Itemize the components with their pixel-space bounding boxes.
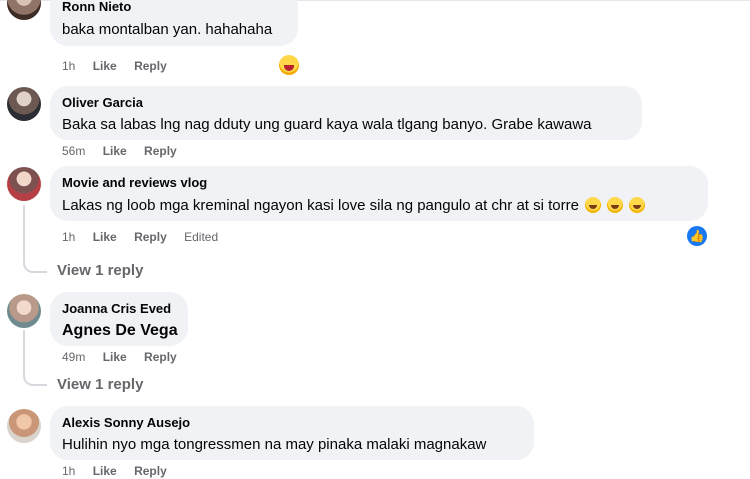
reply-button[interactable]: Reply <box>134 59 167 73</box>
avatar[interactable] <box>7 294 41 328</box>
comment-timestamp[interactable]: 56m <box>62 144 85 158</box>
comment-timestamp[interactable]: 1h <box>62 59 75 73</box>
comment-bubble: Ronn Nieto baka montalban yan. hahahaha <box>50 0 298 46</box>
avatar[interactable] <box>7 87 41 121</box>
comment-bubble: Alexis Sonny Ausejo Hulihin nyo mga tong… <box>50 406 534 460</box>
comment-author[interactable]: Movie and reviews vlog <box>62 174 696 191</box>
reply-button[interactable]: Reply <box>134 230 167 244</box>
like-button[interactable]: Like <box>103 350 127 364</box>
comment-timestamp[interactable]: 1h <box>62 230 75 244</box>
comment-text-content: Lakas ng loob mga kreminal ngayon kasi l… <box>62 197 579 214</box>
thread-line <box>23 330 25 372</box>
reply-button[interactable]: Reply <box>134 464 167 478</box>
laugh-emoji-icon <box>629 197 646 213</box>
comment-actions: 56m Like Reply <box>62 143 191 159</box>
edited-label: Edited <box>184 230 219 244</box>
comment-author[interactable]: Oliver Garcia <box>62 94 630 111</box>
avatar[interactable] <box>7 409 41 443</box>
like-icon[interactable]: 👍 <box>687 226 707 246</box>
haha-icon[interactable] <box>279 55 299 75</box>
comment-text: Lakas ng loob mga kreminal ngayon kasi l… <box>62 196 696 216</box>
comment-actions: 49m Like Reply <box>62 349 191 365</box>
comment-text: Baka sa labas lng nag dduty ung guard ka… <box>62 116 592 133</box>
avatar[interactable] <box>7 0 41 20</box>
comment-text: baka montalban yan. hahahaha <box>62 21 273 38</box>
like-button[interactable]: Like <box>93 464 117 478</box>
view-replies-button[interactable]: View 1 reply <box>57 262 143 279</box>
comment-text[interactable]: Agnes De Vega <box>62 321 178 341</box>
reply-button[interactable]: Reply <box>144 350 177 364</box>
comment-text: Hulihin nyo mga tongressmen na may pinak… <box>62 436 487 453</box>
grin-emoji-icon <box>585 197 602 213</box>
comment-actions: 1h Like Reply Edited <box>62 229 232 245</box>
comment-timestamp[interactable]: 1h <box>62 464 75 478</box>
view-replies-button[interactable]: View 1 reply <box>57 376 143 393</box>
comment-bubble: Oliver Garcia Baka sa labas lng nag ddut… <box>50 86 642 140</box>
reply-button[interactable]: Reply <box>144 144 177 158</box>
thread-elbow <box>23 372 47 386</box>
comment-actions: 1h Like Reply <box>62 463 181 479</box>
comment-timestamp[interactable]: 49m <box>62 350 85 364</box>
thread-elbow <box>23 259 47 273</box>
comment-author[interactable]: Joanna Cris Eved <box>62 300 176 317</box>
comment-author[interactable]: Ronn Nieto <box>62 0 286 15</box>
like-button[interactable]: Like <box>93 59 117 73</box>
like-button[interactable]: Like <box>93 230 117 244</box>
comment-bubble: Joanna Cris Eved Agnes De Vega <box>50 292 188 346</box>
comment-bubble: Movie and reviews vlog Lakas ng loob mga… <box>50 166 708 221</box>
comment-author[interactable]: Alexis Sonny Ausejo <box>62 414 522 431</box>
thread-line <box>23 205 25 259</box>
comment-actions: 1h Like Reply <box>62 58 181 74</box>
like-button[interactable]: Like <box>103 144 127 158</box>
rofl-emoji-icon <box>607 197 624 213</box>
avatar[interactable] <box>7 167 41 201</box>
